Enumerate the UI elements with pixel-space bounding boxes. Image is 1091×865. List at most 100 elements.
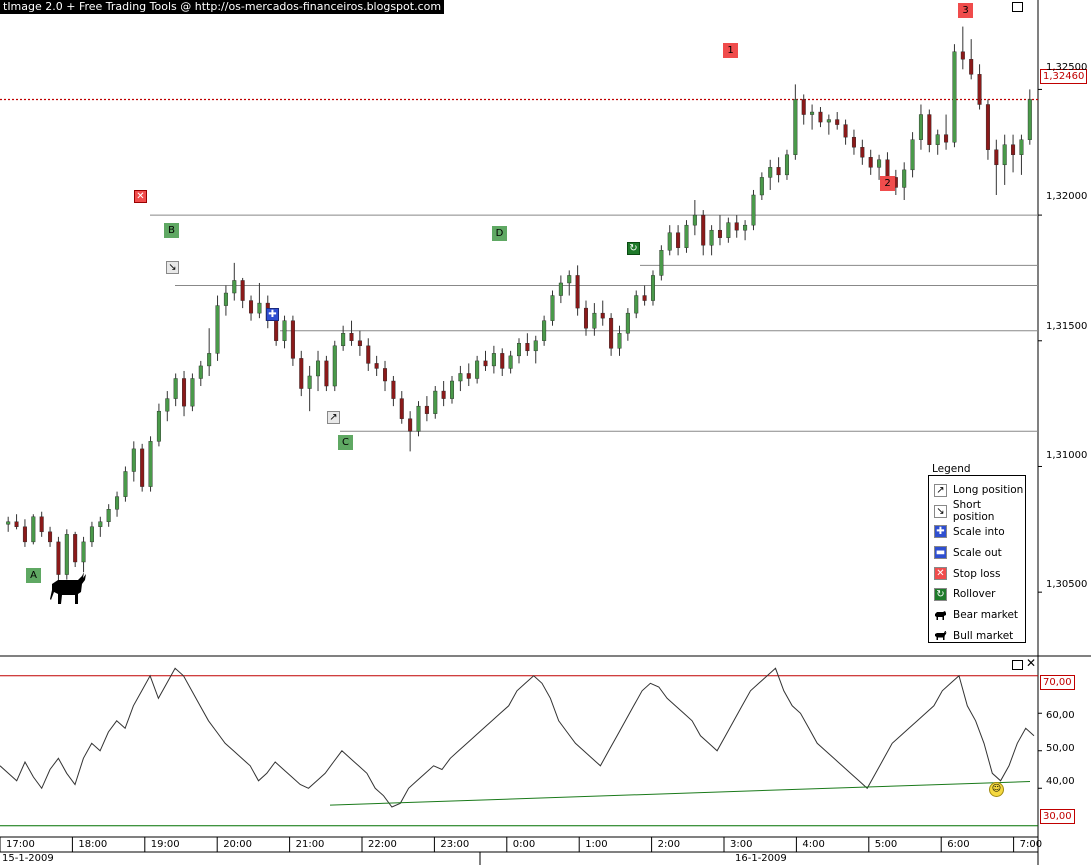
legend-label: Bull market <box>953 629 1014 642</box>
candle <box>408 418 413 432</box>
candle <box>324 360 329 387</box>
candle <box>491 353 496 367</box>
date-label: 15-1-2009 <box>2 853 54 864</box>
candle <box>826 119 831 123</box>
candle <box>332 345 337 387</box>
time-tick-label: 19:00 <box>150 839 180 850</box>
price-tick-label: 1,32000 <box>1046 191 1088 202</box>
candle <box>734 222 739 231</box>
candle <box>98 521 103 527</box>
candle <box>366 345 371 364</box>
time-tick-label: 1:00 <box>585 839 608 850</box>
marker-d: D <box>492 226 507 241</box>
time-tick-label: 22:00 <box>368 839 397 850</box>
candle <box>232 280 237 294</box>
candle <box>969 59 974 75</box>
rsi-level-30-tag: 30,00 <box>1040 809 1075 824</box>
candle <box>994 149 999 166</box>
candle <box>592 312 597 329</box>
price-tick-label: 1,30500 <box>1046 579 1088 590</box>
rsi-close-icon[interactable]: ✕ <box>1026 657 1036 669</box>
bull-icon <box>50 572 86 604</box>
candle <box>885 159 890 178</box>
candle <box>759 177 764 196</box>
candle <box>801 99 806 115</box>
long-arrow-icon: ↗ <box>327 411 340 424</box>
candle <box>123 471 128 497</box>
legend-label: Scale out <box>953 546 1002 559</box>
candle <box>583 307 588 329</box>
candle <box>676 232 681 248</box>
candle <box>190 378 195 407</box>
candle <box>960 51 965 60</box>
candle <box>918 114 923 140</box>
candle <box>81 541 86 563</box>
time-tick-label: 5:00 <box>874 839 898 850</box>
candle <box>701 214 706 246</box>
candle <box>977 74 982 105</box>
legend-item: ✕ Stop loss <box>929 563 1025 584</box>
time-tick-label: 18:00 <box>78 839 108 850</box>
candle <box>274 320 279 341</box>
candle <box>307 375 312 389</box>
candle <box>952 51 957 143</box>
candle <box>935 134 940 145</box>
rsi-tick-label: 50,00 <box>1046 743 1075 754</box>
rsi-tick-label: 40,00 <box>1046 776 1075 787</box>
candle <box>106 509 111 522</box>
candle <box>223 292 228 306</box>
candle <box>290 320 295 359</box>
smiley-icon: ☺ <box>989 782 1004 797</box>
candle <box>667 232 672 251</box>
candle <box>64 534 69 575</box>
candle <box>22 526 27 543</box>
rsi-maximize-icon[interactable] <box>1012 660 1023 670</box>
candle <box>575 275 580 309</box>
candle <box>818 111 823 123</box>
candle <box>207 353 212 367</box>
time-tick-label: 7:00 <box>1019 839 1043 850</box>
legend-item: ✚ Scale into <box>929 522 1025 543</box>
legend-label: Bear market <box>953 609 1019 622</box>
legend-label: Long position <box>953 484 1024 497</box>
candle <box>600 312 605 319</box>
chart-canvas <box>0 0 1091 865</box>
candle <box>625 312 630 334</box>
candle <box>617 333 622 349</box>
bull-icon <box>934 629 947 642</box>
candle <box>768 167 773 178</box>
candle <box>508 355 513 369</box>
legend-label: Rollover <box>953 588 996 601</box>
candle <box>73 534 78 563</box>
candle <box>450 380 455 399</box>
candle <box>634 295 639 314</box>
marker-3: 3 <box>958 3 973 18</box>
legend-item: ↻ Rollover <box>929 584 1025 605</box>
date-label: 16-1-2009 <box>735 853 787 864</box>
legend-item: Bear market <box>929 605 1025 626</box>
candle <box>944 134 949 143</box>
candle <box>550 295 555 321</box>
candle <box>441 390 446 399</box>
candle <box>182 378 187 407</box>
candle <box>349 333 354 341</box>
time-tick-label: 20:00 <box>223 839 253 850</box>
rsi-tick-label: 60,00 <box>1046 710 1075 721</box>
app-title: tImage 2.0 + Free Trading Tools @ http:/… <box>0 0 445 14</box>
candle <box>542 320 547 341</box>
candle <box>14 521 19 527</box>
candle <box>851 136 856 148</box>
candle <box>458 373 463 382</box>
candle <box>341 333 346 347</box>
stop-loss-icon: ✕ <box>934 567 947 581</box>
candle <box>810 111 815 115</box>
candle <box>257 302 262 314</box>
short-arrow-icon: ↘ <box>934 504 947 518</box>
candle <box>156 410 161 442</box>
marker-a: A <box>26 568 41 583</box>
candle <box>115 496 120 510</box>
candle <box>6 521 11 525</box>
maximize-icon[interactable] <box>1012 2 1023 12</box>
time-tick-label: 0:00 <box>512 839 536 850</box>
rsi-trendline <box>329 781 1031 806</box>
